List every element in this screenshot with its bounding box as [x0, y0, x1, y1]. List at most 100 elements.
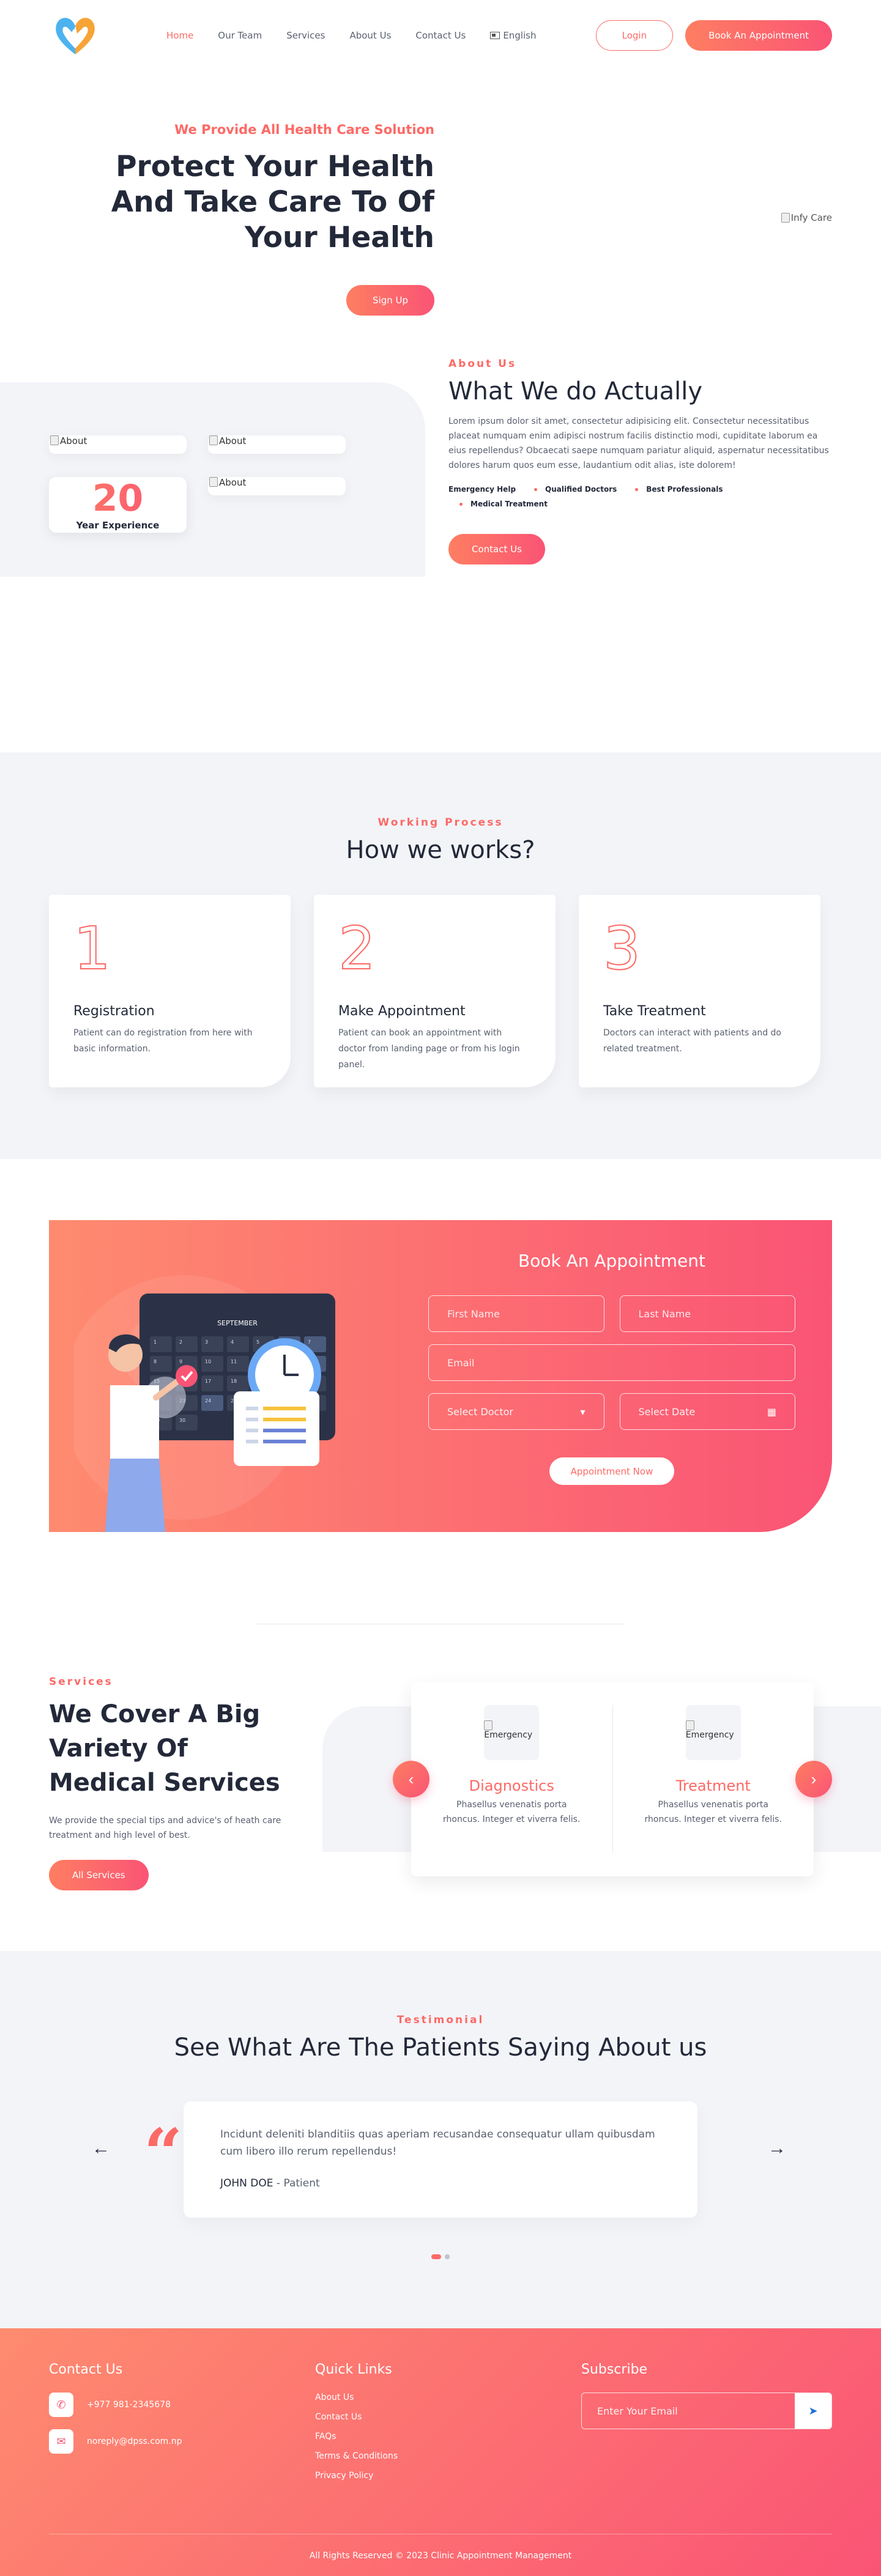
- about-image-alt: About: [60, 435, 87, 446]
- nav-home[interactable]: Home: [166, 30, 193, 41]
- calendar-day-label: 30: [179, 1418, 185, 1423]
- about-paragraph: Lorem ipsum dolor sit amet, consectetur …: [448, 416, 829, 470]
- step-number: 2: [338, 914, 376, 983]
- about-image-alt: About: [219, 435, 247, 446]
- calendar-day-label: 2: [179, 1339, 182, 1345]
- broken-image-icon: [209, 435, 218, 445]
- broken-image-icon: [781, 213, 790, 223]
- footer-links-title: Quick Links: [315, 2362, 392, 2377]
- about-title: What We do Actually: [448, 377, 703, 405]
- appointment-now-button[interactable]: Appointment Now: [549, 1457, 675, 1485]
- language-selector[interactable]: English: [490, 30, 536, 41]
- footer-subscribe-title: Subscribe: [581, 2362, 648, 2377]
- calendar-day-label: 1: [154, 1339, 157, 1345]
- language-label: English: [503, 29, 537, 41]
- services-next-button[interactable]: ›: [795, 1761, 832, 1797]
- service-description: Phasellus venenatis porta rhoncus. Integ…: [443, 1800, 581, 1824]
- arrow-right-icon: →: [768, 2138, 786, 2158]
- email-address: noreply@dpss.com.np: [87, 2437, 182, 2446]
- chevron-down-icon: ▾: [580, 1405, 585, 1418]
- footer-phone[interactable]: ✆ +977 981-2345678: [49, 2393, 315, 2417]
- book-appointment-button[interactable]: Book An Appointment: [685, 20, 832, 51]
- login-button[interactable]: Login: [595, 20, 674, 51]
- phone-number: +977 981-2345678: [87, 2400, 171, 2410]
- services-prev-button[interactable]: ‹: [393, 1761, 429, 1797]
- carousel-dot[interactable]: [431, 2254, 441, 2259]
- calendar-day-label: 8: [154, 1359, 157, 1364]
- feature-item: Best Professionals: [635, 485, 723, 494]
- footer-link-contact[interactable]: Contact Us: [315, 2412, 581, 2422]
- testimonial-card: Incidunt deleniti blanditiis quas aperia…: [184, 2101, 697, 2218]
- main-nav: Home Our Team Services About Us Contact …: [166, 30, 536, 41]
- step-card: 1 Registration Patient can do registrati…: [49, 895, 291, 1087]
- calendar-day-label: 24: [205, 1398, 211, 1404]
- feature-item: Emergency Help: [448, 485, 516, 494]
- service-icon-alt: Emergency: [484, 1730, 533, 1740]
- broken-image-icon: [50, 435, 59, 445]
- calendar-day-label: 7: [308, 1339, 311, 1345]
- testimonial-next-button[interactable]: →: [768, 2138, 786, 2159]
- subscribe-email-input[interactable]: [582, 2393, 795, 2429]
- subscribe-button[interactable]: ➤: [795, 2393, 831, 2429]
- date-picker-label: Select Date: [638, 1405, 696, 1418]
- step-card: 3 Take Treatment Doctors can interact wi…: [579, 895, 820, 1087]
- broken-image-icon: [685, 1720, 694, 1730]
- about-image-1: About: [49, 435, 187, 454]
- footer-link-terms[interactable]: Terms & Conditions: [315, 2451, 581, 2461]
- quote-icon: “: [144, 2114, 183, 2193]
- service-item[interactable]: Emergency Treatment Phasellus venenatis …: [612, 1705, 814, 1853]
- about-image-2: About: [208, 435, 346, 454]
- testimonial-tagline: Testimonial: [396, 2014, 485, 2026]
- phone-icon: ✆: [49, 2393, 73, 2417]
- about-image-alt: About: [219, 477, 247, 488]
- step-number: 3: [603, 914, 641, 983]
- experience-number: 20: [49, 480, 187, 517]
- footer-link-privacy[interactable]: Privacy Policy: [315, 2471, 581, 2481]
- working-process-section: Working Process How we works? 1 Registra…: [0, 752, 881, 1159]
- contact-us-button[interactable]: Contact Us: [448, 534, 545, 564]
- step-number: 1: [73, 914, 111, 983]
- works-title: How we works?: [346, 836, 535, 864]
- email-input[interactable]: [428, 1344, 795, 1381]
- feature-item: Medical Treatment: [459, 500, 548, 508]
- nav-services[interactable]: Services: [286, 30, 325, 41]
- footer-link-faqs[interactable]: FAQs: [315, 2432, 581, 2441]
- experience-label: Year Experience: [76, 520, 160, 531]
- carousel-dot[interactable]: [445, 2254, 450, 2259]
- about-image-3: About: [208, 477, 346, 495]
- calendar-day-label: 11: [231, 1359, 237, 1364]
- calendar-day-label: 9: [179, 1359, 182, 1364]
- footer-email[interactable]: ✉ noreply@dpss.com.np: [49, 2429, 315, 2454]
- date-picker[interactable]: Select Date ▦: [619, 1393, 795, 1430]
- calendar-day-label: 18: [231, 1379, 237, 1384]
- testimonial-prev-button[interactable]: ←: [92, 2138, 110, 2159]
- chevron-right-icon: ›: [811, 1769, 817, 1788]
- nav-contact-us[interactable]: Contact Us: [415, 30, 466, 41]
- calendar-illustration: SEPTEMBER 123456789101112131415161718192…: [73, 1275, 335, 1532]
- hero-subtitle: We Provide All Health Care Solution: [174, 122, 434, 137]
- last-name-input[interactable]: [619, 1295, 795, 1332]
- calendar-day-label: 4: [231, 1339, 234, 1345]
- step-description: Doctors can interact with patients and d…: [603, 1028, 781, 1054]
- about-section: About About About 20 Year Experience Abo…: [0, 358, 881, 752]
- first-name-input[interactable]: [428, 1295, 604, 1332]
- calendar-day-label: 5: [256, 1339, 259, 1345]
- appointment-form: Book An Appointment Select Doctor ▾ Sele…: [428, 1251, 795, 1485]
- nav-about-us[interactable]: About Us: [349, 30, 391, 41]
- nav-our-team[interactable]: Our Team: [218, 30, 262, 41]
- step-description: Patient can do registration from here wi…: [73, 1028, 253, 1054]
- footer-link-about[interactable]: About Us: [315, 2393, 581, 2402]
- hero-image: Infy Care: [781, 212, 832, 223]
- service-item[interactable]: Emergency Diagnostics Phasellus venenati…: [411, 1705, 612, 1853]
- services-title: We Cover A Big Variety Of Medical Servic…: [49, 1700, 280, 1797]
- service-title: Treatment: [675, 1777, 751, 1794]
- calendar-icon: ▦: [767, 1405, 776, 1418]
- logo[interactable]: [49, 9, 102, 62]
- doctor-select[interactable]: Select Doctor ▾: [428, 1393, 604, 1430]
- all-services-button[interactable]: All Services: [49, 1860, 149, 1890]
- hero-image-alt: Infy Care: [790, 212, 832, 223]
- testimonial-author: JOHN DOE: [220, 2177, 273, 2189]
- footer-contact-title: Contact Us: [49, 2362, 123, 2377]
- testimonial-quote: Incidunt deleniti blanditiis quas aperia…: [220, 2128, 655, 2158]
- signup-button[interactable]: Sign Up: [346, 285, 434, 316]
